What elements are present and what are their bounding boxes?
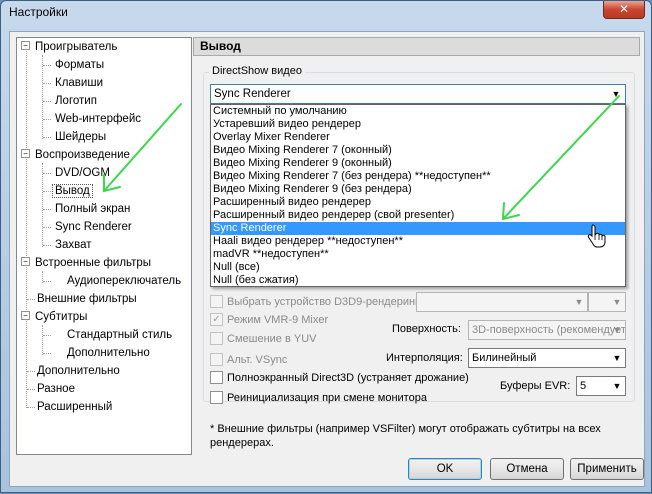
- tree-item-web-interface[interactable]: Web-интерфейс: [53, 111, 143, 127]
- tree-item-dvd-ogm[interactable]: DVD/OGM: [53, 165, 112, 181]
- chevron-down-icon: ▼: [574, 297, 584, 307]
- group-label: DirectShow видео: [209, 65, 305, 77]
- tree-item-sync-renderer[interactable]: Sync Renderer: [53, 219, 134, 235]
- reinit-monitor-checkbox[interactable]: Реинициализация при смене монитора: [210, 390, 427, 406]
- tree-item-fullscreen[interactable]: Полный экран: [53, 201, 132, 217]
- dropdown-option[interactable]: Видео Mixing Renderer 7 (оконный): [211, 144, 625, 157]
- tree-item-internal-filters[interactable]: − Встроенные фильтры: [21, 255, 153, 271]
- dropdown-option[interactable]: Null (все): [211, 261, 625, 274]
- dropdown-option[interactable]: Системный по умолчанию: [211, 105, 625, 118]
- tree-item-capture[interactable]: Захват: [53, 237, 93, 253]
- collapse-toggle[interactable]: −: [21, 41, 30, 51]
- chevron-down-icon: ▼: [611, 89, 621, 99]
- title-bar: Настройки ✕: [1, 1, 651, 25]
- checkbox-box[interactable]: ✓: [210, 312, 223, 326]
- dropdown-option[interactable]: Null (без сжатия): [211, 274, 625, 287]
- dropdown-option[interactable]: Overlay Mixer Renderer: [211, 131, 625, 144]
- close-icon: ✕: [618, 2, 630, 16]
- hidden-select-stub: ▼: [588, 292, 626, 312]
- settings-window: Настройки ✕ − Проигрыватель Форматы Клав…: [0, 0, 652, 493]
- yuv-mixing-checkbox[interactable]: Смешение в YUV: [210, 331, 316, 347]
- tree-item-default-style[interactable]: Стандартный стиль: [65, 327, 174, 343]
- settings-tree[interactable]: − Проигрыватель Форматы Клавиши Логотип W…: [16, 37, 192, 455]
- collapse-toggle[interactable]: −: [21, 311, 30, 321]
- collapse-toggle[interactable]: −: [21, 149, 30, 159]
- renderer-dropdown-list[interactable]: Системный по умолчанию Устаревший видео …: [210, 104, 626, 287]
- directshow-renderer-select[interactable]: Sync Renderer ▼: [210, 84, 626, 104]
- window-title: Настройки: [9, 5, 68, 19]
- d3d9-device-select[interactable]: ▼: [416, 292, 588, 312]
- dropdown-option[interactable]: madVR **недоступен**: [211, 248, 625, 261]
- tree-item-additional[interactable]: Дополнительно: [35, 363, 122, 379]
- vmr9-mixer-checkbox[interactable]: ✓ Режим VMR-9 Mixer: [210, 312, 328, 328]
- page-title: Вывод: [193, 37, 640, 56]
- tree-item-advanced[interactable]: Расширенный: [35, 399, 114, 415]
- external-filters-note: * Внешние фильтры (например VSFilter) мо…: [210, 423, 601, 449]
- dropdown-option[interactable]: Видео Mixing Renderer 9 (без рендера): [211, 183, 625, 196]
- surface-select[interactable]: 3D-поверхность (рекомендуется) ▼: [468, 320, 626, 340]
- chevron-down-icon: ▼: [612, 297, 622, 307]
- tree-item-subtitles[interactable]: − Субтитры: [21, 309, 89, 325]
- collapse-toggle[interactable]: −: [21, 257, 30, 267]
- d3d9-device-checkbox[interactable]: Выбрать устройство D3D9-рендеринга: [210, 294, 425, 310]
- tree-item-logo[interactable]: Логотип: [53, 93, 99, 109]
- tree-item-output[interactable]: Вывод: [52, 183, 93, 199]
- dialog-client-area: − Проигрыватель Форматы Клавиши Логотип W…: [9, 31, 645, 487]
- apply-button[interactable]: Применить: [570, 458, 644, 480]
- chevron-down-icon: ▼: [612, 353, 622, 363]
- cancel-button[interactable]: Отмена: [490, 458, 564, 480]
- tree-item-formats[interactable]: Форматы: [53, 57, 106, 73]
- tree-item-misc[interactable]: Разное: [35, 381, 77, 397]
- evr-buffers-label: Буферы EVR:: [500, 380, 571, 392]
- dropdown-option-highlighted[interactable]: Sync Renderer: [211, 222, 625, 235]
- tree-item-audio-switcher[interactable]: Аудиопереключатель: [65, 273, 183, 289]
- surface-label: Поверхность:: [392, 323, 461, 335]
- checkbox-box[interactable]: [210, 370, 223, 384]
- tree-item-playback[interactable]: − Воспроизведение: [21, 147, 132, 163]
- dropdown-option[interactable]: Видео Mixing Renderer 7 (без рендера) **…: [211, 170, 625, 183]
- evr-buffers-select[interactable]: 5 ▼: [576, 376, 626, 396]
- tree-item-external-filters[interactable]: Внешние фильтры: [35, 291, 139, 307]
- close-button[interactable]: ✕: [603, 1, 645, 19]
- chevron-down-icon: ▼: [612, 325, 622, 335]
- interpolation-label: Интерполяция:: [386, 352, 463, 364]
- dropdown-option[interactable]: Видео Mixing Renderer 9 (оконный): [211, 157, 625, 170]
- interpolation-select[interactable]: Билинейный ▼: [468, 348, 626, 368]
- hand-pointer-icon: [587, 224, 606, 248]
- alt-vsync-checkbox[interactable]: Альт. VSync: [210, 352, 287, 368]
- ok-button[interactable]: OK: [408, 458, 482, 480]
- dropdown-option[interactable]: Haali видео рендерер **недоступен**: [211, 235, 625, 248]
- checkbox-box[interactable]: [210, 294, 223, 308]
- checkbox-box[interactable]: [210, 390, 223, 404]
- fullscreen-d3d-checkbox[interactable]: Полноэкранный Direct3D (устраняет дрожан…: [210, 370, 469, 386]
- tree-item-subtitles-misc[interactable]: Дополнительно: [65, 345, 152, 361]
- select-value: Sync Renderer: [214, 88, 291, 100]
- chevron-down-icon: ▼: [612, 381, 622, 391]
- tree-item-keys[interactable]: Клавиши: [53, 75, 105, 91]
- dropdown-option[interactable]: Расширенный видео рендерер: [211, 196, 625, 209]
- dropdown-option[interactable]: Устаревший видео рендерер: [211, 118, 625, 131]
- tree-item-player[interactable]: − Проигрыватель: [21, 39, 119, 55]
- checkbox-box[interactable]: [210, 331, 223, 345]
- tree-item-shaders[interactable]: Шейдеры: [53, 129, 108, 145]
- dropdown-option[interactable]: Расширенный видео рендерер (свой present…: [211, 209, 625, 222]
- checkbox-box[interactable]: [210, 352, 223, 366]
